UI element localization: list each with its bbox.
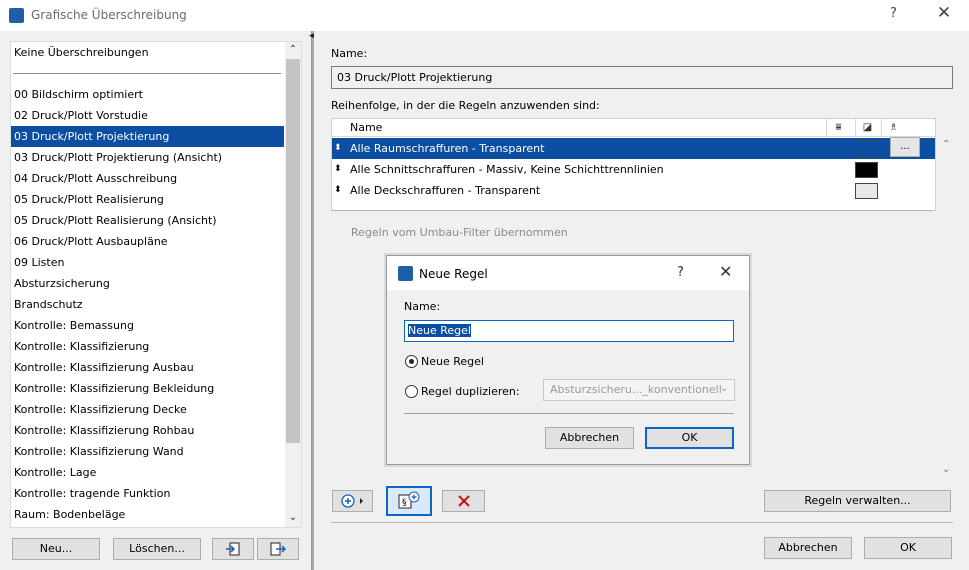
window-titlebar: Grafische Überschreibung ? ✕ [0,0,969,31]
dialog-cancel-button[interactable]: Abbrechen [545,427,634,449]
list-item[interactable]: 05 Druck/Plott Realisierung [11,189,284,210]
list-item[interactable]: Kontrolle: Klassifizierung Decke [11,399,284,420]
export-icon [270,542,287,556]
list-item[interactable]: Keine Überschreibungen [11,42,284,63]
dialog-title: Neue Regel [419,267,488,281]
rule-row-selected[interactable]: ⬍ Alle Raumschraffuren - Transparent [332,138,935,159]
new-override-button[interactable]: Neu... [12,538,100,560]
rule-row[interactable]: ⬍ Alle Deckschraffuren - Transparent [332,180,935,201]
list-item[interactable]: 04 Druck/Plott Ausschreibung [11,168,284,189]
delete-x-icon [457,495,470,507]
list-item-selected[interactable]: 03 Druck/Plott Projektierung [11,126,284,147]
list-item[interactable]: Kontrolle: Klassifizierung Rohbau [11,420,284,441]
chevron-up-icon[interactable]: ⌃ [942,139,950,150]
list-item[interactable]: Kontrolle: Klassifizierung Bekleidung [11,378,284,399]
list-item[interactable]: Kontrolle: Klassifizierung Ausbau [11,357,284,378]
add-circle-icon [340,494,363,508]
rules-table-header: Name ⩸ ◪ ♗ [332,119,935,137]
dialog-titlebar: Neue Regel ? ✕ [387,256,749,290]
drag-handle-icon[interactable]: ⬍ [334,180,342,201]
cancel-button[interactable]: Abbrechen [764,537,852,559]
override-list: Keine Überschreibungen 00 Bildschirm opt… [10,41,302,528]
list-scrollbar-thumb[interactable] [286,59,300,443]
column-header-name[interactable]: Name [350,121,382,134]
new-rule-radio[interactable] [405,355,418,368]
duplicate-rule-radio[interactable] [405,385,418,398]
list-item[interactable]: Kontrolle: Klassifizierung Wand [11,441,284,462]
rule-color-swatch[interactable] [855,141,878,157]
chevron-down-icon: ⌄ [720,383,729,394]
list-item[interactable]: 03 Druck/Plott Projektierung (Ansicht) [11,147,284,168]
new-rule-button[interactable]: § [386,486,432,516]
list-item[interactable]: Kontrolle: Klassifizierung [11,336,284,357]
fill-column-icon[interactable]: ◪ [855,119,879,137]
manage-rules-button[interactable]: Regeln verwalten... [764,490,951,512]
new-rule-dialog: Neue Regel ? ✕ Name: Neue Regel Neue Reg… [386,255,750,465]
rule-name: Alle Deckschraffuren - Transparent [350,184,541,197]
list-item[interactable]: 06 Druck/Plott Ausbaupläne [11,231,284,252]
list-item[interactable]: 09 Listen [11,252,284,273]
chevron-down-icon[interactable]: ⌄ [285,510,301,526]
help-icon[interactable]: ? [677,265,684,280]
add-rule-dropdown-button[interactable] [332,490,373,512]
pen-column-icon[interactable]: ♗ [881,119,905,137]
chevron-up-icon[interactable]: ⌃ [285,42,301,58]
drag-handle-icon[interactable]: ⬍ [334,138,342,159]
help-icon[interactable]: ? [890,6,897,21]
list-item[interactable]: Kontrolle: Bemassung [11,315,284,336]
rule-color-swatch[interactable] [855,162,878,178]
list-item[interactable]: 00 Bildschirm optimiert [11,84,284,105]
export-button[interactable] [257,538,299,560]
rule-row[interactable]: ⬍ Alle Schnittschraffuren - Massiv, Kein… [332,159,935,180]
rules-table: Name ⩸ ◪ ♗ ⬍ Alle Raumschraffuren - Tran… [331,118,936,211]
list-item[interactable]: Raum: Bodenbeläge [11,504,284,525]
ok-button[interactable]: OK [864,537,952,559]
rule-options-button[interactable]: ... [890,137,920,157]
name-label: Name: [331,47,368,60]
dialog-ok-button[interactable]: OK [645,427,734,449]
divider [331,210,933,211]
override-list-panel: Keine Überschreibungen 00 Bildschirm opt… [0,31,312,570]
rule-name: Alle Raumschraffuren - Transparent [350,142,545,155]
new-rule-option-label[interactable]: Neue Regel [421,355,484,368]
app-icon [398,266,413,281]
list-item[interactable]: Kontrolle: Lage [11,462,284,483]
list-item[interactable]: Kontrolle: tragende Funktion [11,483,284,504]
divider [404,413,734,414]
rule-name-input[interactable]: Neue Regel [404,320,734,342]
close-icon[interactable]: ✕ [719,262,732,281]
rule-name-value: Neue Regel [408,324,471,337]
list-item[interactable]: 05 Druck/Plott Realisierung (Ansicht) [11,210,284,231]
rule-color-swatch[interactable] [855,183,878,199]
chevron-down-icon[interactable]: ⌄ [942,464,950,475]
close-icon[interactable]: ✕ [932,3,956,23]
rule-name: Alle Schnittschraffuren - Massiv, Keine … [350,163,664,176]
import-icon [226,542,240,556]
duplicate-source-value: Absturzsicheru..._konventionell [550,383,722,396]
import-button[interactable] [212,538,254,560]
inherited-rules-label: Regeln vom Umbau-Filter übernommen [351,226,568,239]
drag-handle-icon[interactable]: ⬍ [334,159,342,180]
override-name-field[interactable]: 03 Druck/Plott Projektierung [331,66,953,89]
window-title: Grafische Überschreibung [31,8,187,22]
divider [331,522,953,523]
layer-column-icon[interactable]: ⩸ [826,119,850,137]
list-item[interactable]: 02 Druck/Plott Vorstudie [11,105,284,126]
rule-name-label: Name: [404,300,441,313]
duplicate-rule-option-label[interactable]: Regel duplizieren: [421,385,520,398]
list-separator [13,73,281,74]
app-icon [9,8,24,23]
delete-override-button[interactable]: Löschen... [113,538,201,560]
list-item[interactable]: Brandschutz [11,294,284,315]
list-item[interactable]: Absturzsicherung [11,273,284,294]
new-rule-icon: § [398,491,420,509]
rule-order-label: Reihenfolge, in der die Regeln anzuwende… [331,99,600,112]
duplicate-source-select[interactable]: Absturzsicheru..._konventionell ⌄ [543,379,735,401]
svg-text:§: § [402,498,407,508]
delete-rule-button[interactable] [442,490,485,512]
